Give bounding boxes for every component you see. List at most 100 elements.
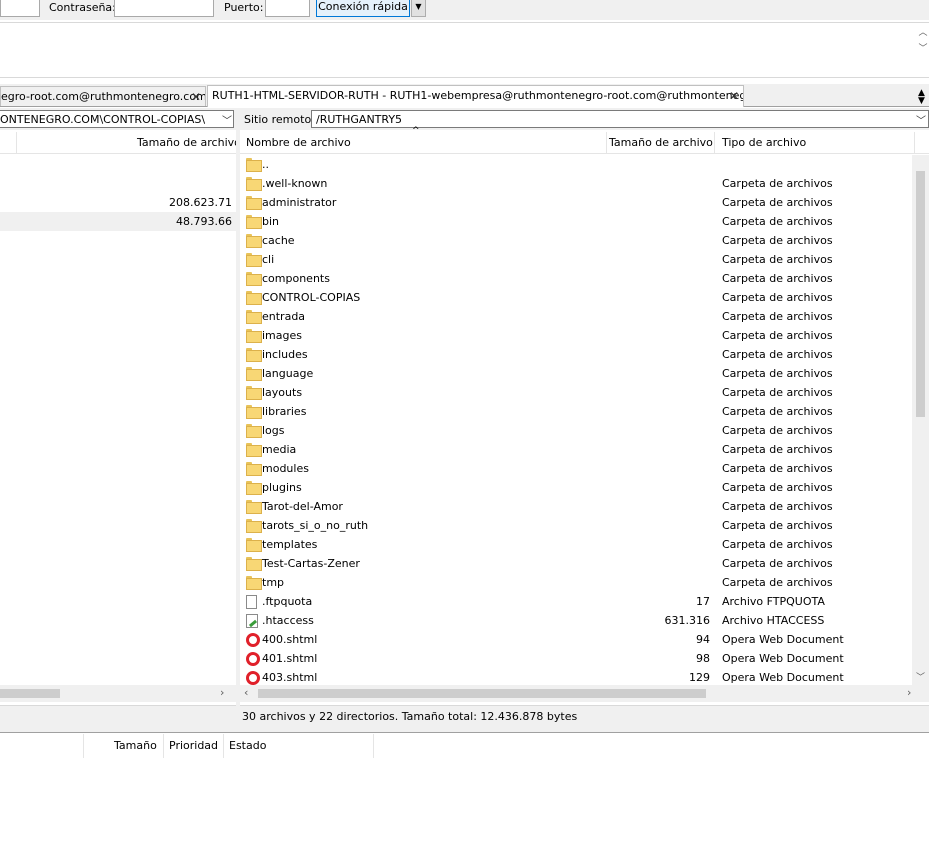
password-label: Contraseña: bbox=[49, 1, 116, 14]
folder-icon bbox=[246, 443, 262, 457]
scroll-down-icon[interactable]: ﹀ bbox=[916, 670, 925, 683]
file-type: Opera Web Document bbox=[722, 671, 844, 684]
user-input[interactable] bbox=[0, 0, 40, 17]
scroll-thumb[interactable] bbox=[258, 689, 706, 698]
close-icon[interactable]: ✕ bbox=[191, 90, 201, 104]
folder-icon bbox=[246, 557, 262, 571]
close-icon[interactable]: ✕ bbox=[729, 89, 739, 103]
password-input[interactable] bbox=[114, 0, 214, 17]
table-row[interactable]: includes Carpeta de archivos bbox=[240, 345, 912, 364]
file-name: media bbox=[262, 443, 297, 456]
tab-label: egro-root.com@ruthmontenegro.com bbox=[1, 90, 206, 103]
file-type: Carpeta de archivos bbox=[722, 253, 833, 266]
table-row[interactable]: language Carpeta de archivos bbox=[240, 364, 912, 383]
table-row[interactable]: templates Carpeta de archivos bbox=[240, 535, 912, 554]
scroll-up-icon[interactable]: ︿ bbox=[918, 25, 928, 38]
queue-col-size[interactable]: Tamaño bbox=[114, 739, 157, 752]
file-name: entrada bbox=[262, 310, 306, 323]
table-row[interactable]: tarots_si_o_no_ruth Carpeta de archivos bbox=[240, 516, 912, 535]
remote-col-name[interactable]: Nombre de archivo bbox=[246, 136, 351, 149]
chevron-down-icon[interactable]: ﹀ bbox=[916, 112, 926, 127]
file-name: 401.shtml bbox=[262, 652, 318, 665]
folder-icon bbox=[246, 272, 262, 286]
table-row[interactable]: images Carpeta de archivos bbox=[240, 326, 912, 345]
table-row[interactable]: tmp Carpeta de archivos bbox=[240, 573, 912, 592]
table-row[interactable]: Test-Cartas-Zener Carpeta de archivos bbox=[240, 554, 912, 573]
table-row[interactable]: .htaccess 631.316 Archivo HTACCESS bbox=[240, 611, 912, 630]
table-row[interactable]: .well-known Carpeta de archivos bbox=[240, 174, 912, 193]
table-row[interactable]: 400.shtml 94 Opera Web Document bbox=[240, 630, 912, 649]
chevron-down-icon[interactable]: ﹀ bbox=[222, 112, 232, 127]
folder-icon bbox=[246, 215, 262, 229]
message-log[interactable]: ︿ ﹀ bbox=[0, 22, 929, 78]
local-pane: ONTENEGRO.COM\CONTROL-COPIAS\ ﹀ Tamaño d… bbox=[0, 108, 241, 728]
table-row[interactable]: cli Carpeta de archivos bbox=[240, 250, 912, 269]
local-path-input[interactable]: ONTENEGRO.COM\CONTROL-COPIAS\ bbox=[0, 110, 234, 128]
htaccess-file-icon bbox=[246, 614, 258, 628]
table-row[interactable]: entrada Carpeta de archivos bbox=[240, 307, 912, 326]
file-type: Carpeta de archivos bbox=[722, 424, 833, 437]
folder-icon bbox=[246, 462, 262, 476]
file-type: Carpeta de archivos bbox=[722, 234, 833, 247]
folder-icon bbox=[246, 234, 262, 248]
file-type: Carpeta de archivos bbox=[722, 386, 833, 399]
file-name: 403.shtml bbox=[262, 671, 318, 684]
tab-connection-1[interactable]: egro-root.com@ruthmontenegro.com ✕ bbox=[0, 86, 206, 106]
remote-col-size[interactable]: Tamaño de archivo bbox=[609, 136, 713, 149]
folder-icon bbox=[246, 348, 262, 362]
table-row[interactable]: media Carpeta de archivos bbox=[240, 440, 912, 459]
file-type: Archivo FTPQUOTA bbox=[722, 595, 825, 608]
table-row[interactable]: modules Carpeta de archivos bbox=[240, 459, 912, 478]
scroll-right-icon[interactable]: › bbox=[907, 686, 911, 699]
file-name: modules bbox=[262, 462, 309, 475]
scroll-thumb[interactable] bbox=[916, 171, 925, 417]
scroll-right-icon[interactable]: › bbox=[220, 686, 224, 699]
table-row[interactable]: components Carpeta de archivos bbox=[240, 269, 912, 288]
remote-vscrollbar[interactable]: ﹀ bbox=[912, 155, 929, 685]
table-row[interactable]: Tarot-del-Amor Carpeta de archivos bbox=[240, 497, 912, 516]
quickconnect-button[interactable]: Conexión rápida bbox=[316, 0, 410, 17]
table-row[interactable]: logs Carpeta de archivos bbox=[240, 421, 912, 440]
remote-hscrollbar[interactable]: ‹ › bbox=[240, 685, 929, 702]
file-size: 631.316 bbox=[664, 614, 711, 627]
file-type: Carpeta de archivos bbox=[722, 557, 833, 570]
table-row[interactable]: .ftpquota 17 Archivo FTPQUOTA bbox=[240, 592, 912, 611]
table-row[interactable]: plugins Carpeta de archivos bbox=[240, 478, 912, 497]
table-row[interactable]: .. bbox=[240, 155, 912, 174]
port-input[interactable] bbox=[265, 0, 310, 17]
tab-scroll-icon[interactable]: ▼ bbox=[918, 96, 925, 106]
file-type: Carpeta de archivos bbox=[722, 443, 833, 456]
folder-icon bbox=[246, 196, 262, 210]
file-type: Carpeta de archivos bbox=[722, 500, 833, 513]
tab-connection-2[interactable]: RUTH1-HTML-SERVIDOR-RUTH - RUTH1-webempr… bbox=[207, 85, 744, 107]
quickconnect-dropdown-icon[interactable]: ▼ bbox=[411, 0, 426, 17]
table-row[interactable]: layouts Carpeta de archivos bbox=[240, 383, 912, 402]
file-name: libraries bbox=[262, 405, 307, 418]
file-type: Opera Web Document bbox=[722, 652, 844, 665]
table-row[interactable]: bin Carpeta de archivos bbox=[240, 212, 912, 231]
file-name: cache bbox=[262, 234, 295, 247]
table-row[interactable]: administrator Carpeta de archivos bbox=[240, 193, 912, 212]
queue-col-status[interactable]: Estado bbox=[229, 739, 266, 752]
remote-col-type[interactable]: Tipo de archivo bbox=[722, 136, 806, 149]
local-col-size[interactable]: Tamaño de archivo bbox=[137, 136, 241, 149]
table-row[interactable]: 401.shtml 98 Opera Web Document bbox=[240, 649, 912, 668]
file-type: Carpeta de archivos bbox=[722, 215, 833, 228]
queue-splitter[interactable] bbox=[0, 728, 929, 733]
local-hscrollbar[interactable]: › bbox=[0, 685, 236, 702]
table-row[interactable]: cache Carpeta de archivos bbox=[240, 231, 912, 250]
tab-label: RUTH1-HTML-SERVIDOR-RUTH - RUTH1-webempr… bbox=[212, 89, 744, 102]
scroll-left-icon[interactable]: ‹ bbox=[244, 686, 248, 699]
file-type: Carpeta de archivos bbox=[722, 576, 833, 589]
file-name: templates bbox=[262, 538, 318, 551]
table-row[interactable]: libraries Carpeta de archivos bbox=[240, 402, 912, 421]
scroll-down-icon[interactable]: ﹀ bbox=[918, 41, 928, 54]
scroll-thumb[interactable] bbox=[0, 689, 60, 698]
list-item[interactable]: 48.793.66 bbox=[0, 212, 236, 231]
remote-path-input[interactable]: /RUTHGANTRY5 bbox=[311, 110, 929, 128]
list-item[interactable]: 208.623.71 bbox=[0, 193, 236, 212]
table-row[interactable]: CONTROL-COPIAS Carpeta de archivos bbox=[240, 288, 912, 307]
sort-arrow-icon: ^ bbox=[412, 126, 420, 136]
file-name: .well-known bbox=[262, 177, 328, 190]
queue-col-priority[interactable]: Prioridad bbox=[169, 739, 218, 752]
